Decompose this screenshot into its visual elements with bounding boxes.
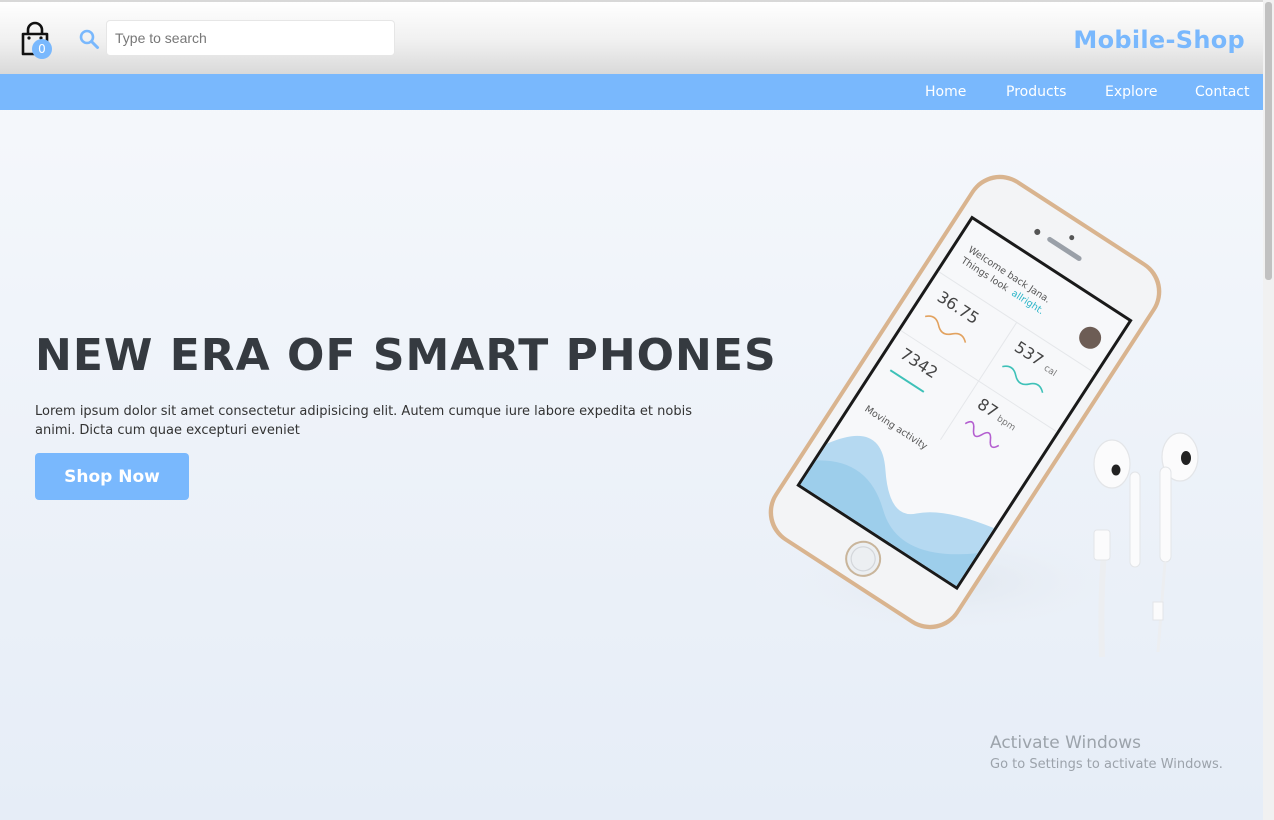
hero-description: Lorem ipsum dolor sit amet consectetur a… (35, 404, 692, 438)
magnifier-icon[interactable] (78, 28, 100, 50)
watermark-title: Activate Windows (990, 733, 1141, 753)
watermark-subtitle: Go to Settings to activate Windows. (990, 757, 1223, 772)
nav-products[interactable]: Products (1006, 74, 1066, 110)
page-scrollbar[interactable] (1263, 0, 1274, 820)
scrollbar-thumb[interactable] (1265, 2, 1272, 280)
top-bar: 0 Mobile-Shop (0, 2, 1263, 74)
earbuds-image (1093, 432, 1199, 658)
hero-title: NEW ERA OF SMART PHONES (35, 330, 777, 381)
nav-bar: Home Products Explore Contact (0, 74, 1263, 110)
cart-count-badge: 0 (32, 39, 52, 59)
brand-logo[interactable]: Mobile-Shop (1073, 26, 1245, 54)
nav-contact[interactable]: Contact (1195, 74, 1249, 110)
page: 0 Mobile-Shop Home Products Explore Cont… (0, 0, 1263, 820)
hero-product-image: Welcome back Jana. Things look allright.… (750, 174, 1199, 658)
activate-windows-watermark: Activate Windows Go to Settings to activ… (990, 733, 1223, 772)
search-input[interactable] (106, 20, 395, 56)
shop-now-button[interactable]: Shop Now (35, 453, 189, 500)
nav-home[interactable]: Home (925, 74, 966, 110)
nav-explore[interactable]: Explore (1105, 74, 1158, 110)
